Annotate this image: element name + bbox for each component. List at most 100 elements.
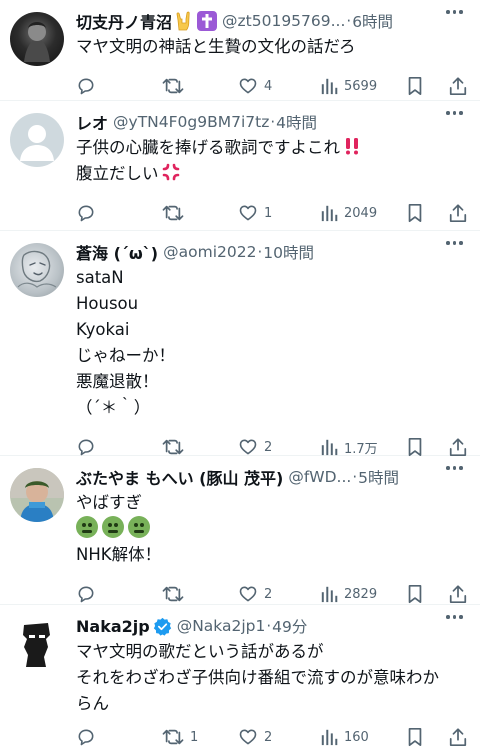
view-count: 2049 [344,205,378,221]
like-button[interactable]: 2 [238,584,272,604]
views-button[interactable]: 5699 [320,76,377,96]
share-button[interactable] [448,203,468,223]
avatar[interactable] [10,468,64,522]
reply-text: （´＊｀） [76,398,151,417]
share-icon [449,77,467,96]
bookmark-button[interactable] [406,584,424,604]
action-bar: 1 2 160 [76,717,468,754]
heart-icon [239,78,257,94]
reply-button[interactable] [76,584,96,604]
nauseated-face-emoji [102,516,124,538]
retweet-button[interactable]: 1 [162,727,198,747]
share-button[interactable] [448,76,468,96]
user-handle[interactable]: @Naka2jp1 [177,617,266,635]
bookmark-button[interactable] [406,203,424,223]
timestamp[interactable]: 49分 [272,615,307,637]
analytics-icon [321,78,338,95]
reply-text: 腹立だしい [76,164,159,183]
user-handle[interactable]: @zt50195769... [222,12,345,30]
bookmark-button[interactable] [406,727,424,747]
views-button[interactable]: 2829 [320,584,377,604]
verified-badge-icon [153,617,171,636]
avatar[interactable] [10,12,64,66]
display-name[interactable]: Naka2jp [76,617,150,636]
retweet-icon [162,729,184,745]
more-options-button[interactable] [446,111,466,117]
reply-item[interactable]: 切支丹ノ青沼 @zt50195769... · 6時間 マヤ文明の神話と生贄の文… [0,0,480,101]
more-options-button[interactable] [446,615,466,621]
share-icon [449,585,467,604]
like-count: 4 [264,78,273,94]
nauseated-face-emoji [76,516,98,538]
avatar[interactable] [10,617,64,671]
like-count: 1 [264,205,273,221]
reply-text: 悪魔退散！ [76,372,159,391]
views-button[interactable]: 160 [320,727,369,747]
views-button[interactable]: 2049 [320,203,377,223]
nauseated-face-emoji [128,516,150,538]
like-button[interactable]: 2 [238,437,272,457]
separator-dot: · [257,243,263,261]
reply-text: NHK解体！ [76,545,162,564]
more-options-button[interactable] [446,241,466,247]
share-button[interactable] [448,584,468,604]
share-icon [449,438,467,457]
timestamp[interactable]: 6時間 [352,10,393,32]
anger-symbol-emoji [161,162,181,182]
more-options-button[interactable] [446,466,466,472]
like-button[interactable]: 2 [238,727,272,747]
views-button[interactable]: 1.7万 [320,437,378,457]
bookmark-icon [408,76,422,96]
reply-text-line: 腹立だしい [76,161,468,187]
display-name[interactable]: 切支丹ノ青沼 [76,9,172,33]
analytics-icon [321,729,338,746]
like-button[interactable]: 1 [238,203,272,223]
reply-item[interactable]: レオ @yTN4F0g9BM7i7tz · 4時間 子供の心臓を捧げる歌詞ですよ… [0,101,480,231]
share-button[interactable] [448,727,468,747]
analytics-icon [321,439,338,456]
share-button[interactable] [448,437,468,457]
reply-button[interactable] [76,76,96,96]
reply-text: それをわざわざ子供向け番組で流すのが意味わか [76,668,439,687]
reply-button[interactable] [76,437,96,457]
avatar[interactable] [10,243,64,297]
display-name[interactable]: レオ [76,110,108,134]
timestamp[interactable]: 5時間 [358,466,399,488]
retweet-button[interactable] [162,203,184,223]
separator-dot: · [352,468,358,486]
display-name[interactable]: 蒼海 (´ω`) [76,240,158,264]
retweet-button[interactable] [162,76,184,96]
reply-item[interactable]: 蒼海 (´ω`) @aomi2022 · 10時間 sataN Housou K… [0,231,480,457]
more-options-button[interactable] [446,10,466,16]
display-name[interactable]: ぶたやま もへい (豚山 茂平) [76,465,283,489]
retweet-icon [162,205,184,221]
retweet-button[interactable] [162,437,184,457]
share-icon [449,728,467,747]
reply-icon [78,729,94,746]
bookmark-button[interactable] [406,437,424,457]
reply-button[interactable] [76,727,96,747]
reply-icon [78,78,94,95]
reply-item[interactable]: ぶたやま もへい (豚山 茂平) @fWD... · 5時間 やばすぎ NHK解… [0,456,480,605]
reply-item[interactable]: Naka2jp @Naka2jp1 · 49分 マヤ文明の歌だという話があるが … [0,605,480,754]
user-handle[interactable]: @yTN4F0g9BM7i7tz [113,113,269,131]
latin-cross-emoji [197,11,218,31]
timestamp[interactable]: 10時間 [263,241,314,263]
retweet-icon [162,586,184,602]
timestamp[interactable]: 4時間 [276,111,317,133]
bookmark-icon [408,727,422,747]
reply-icon [78,439,94,456]
user-handle[interactable]: @aomi2022 [163,243,256,261]
reply-text: マヤ文明の歌だという話があるが [76,642,324,661]
reply-text: Kyokai [76,320,130,339]
like-button[interactable]: 4 [238,76,272,96]
bookmark-icon [408,584,422,604]
bookmark-icon [408,203,422,223]
reply-button[interactable] [76,203,96,223]
retweet-button[interactable] [162,584,184,604]
bookmark-button[interactable] [406,76,424,96]
emoji-line [76,516,468,542]
reply-icon [78,586,94,603]
avatar[interactable] [10,113,64,167]
user-handle[interactable]: @fWD... [288,468,351,486]
